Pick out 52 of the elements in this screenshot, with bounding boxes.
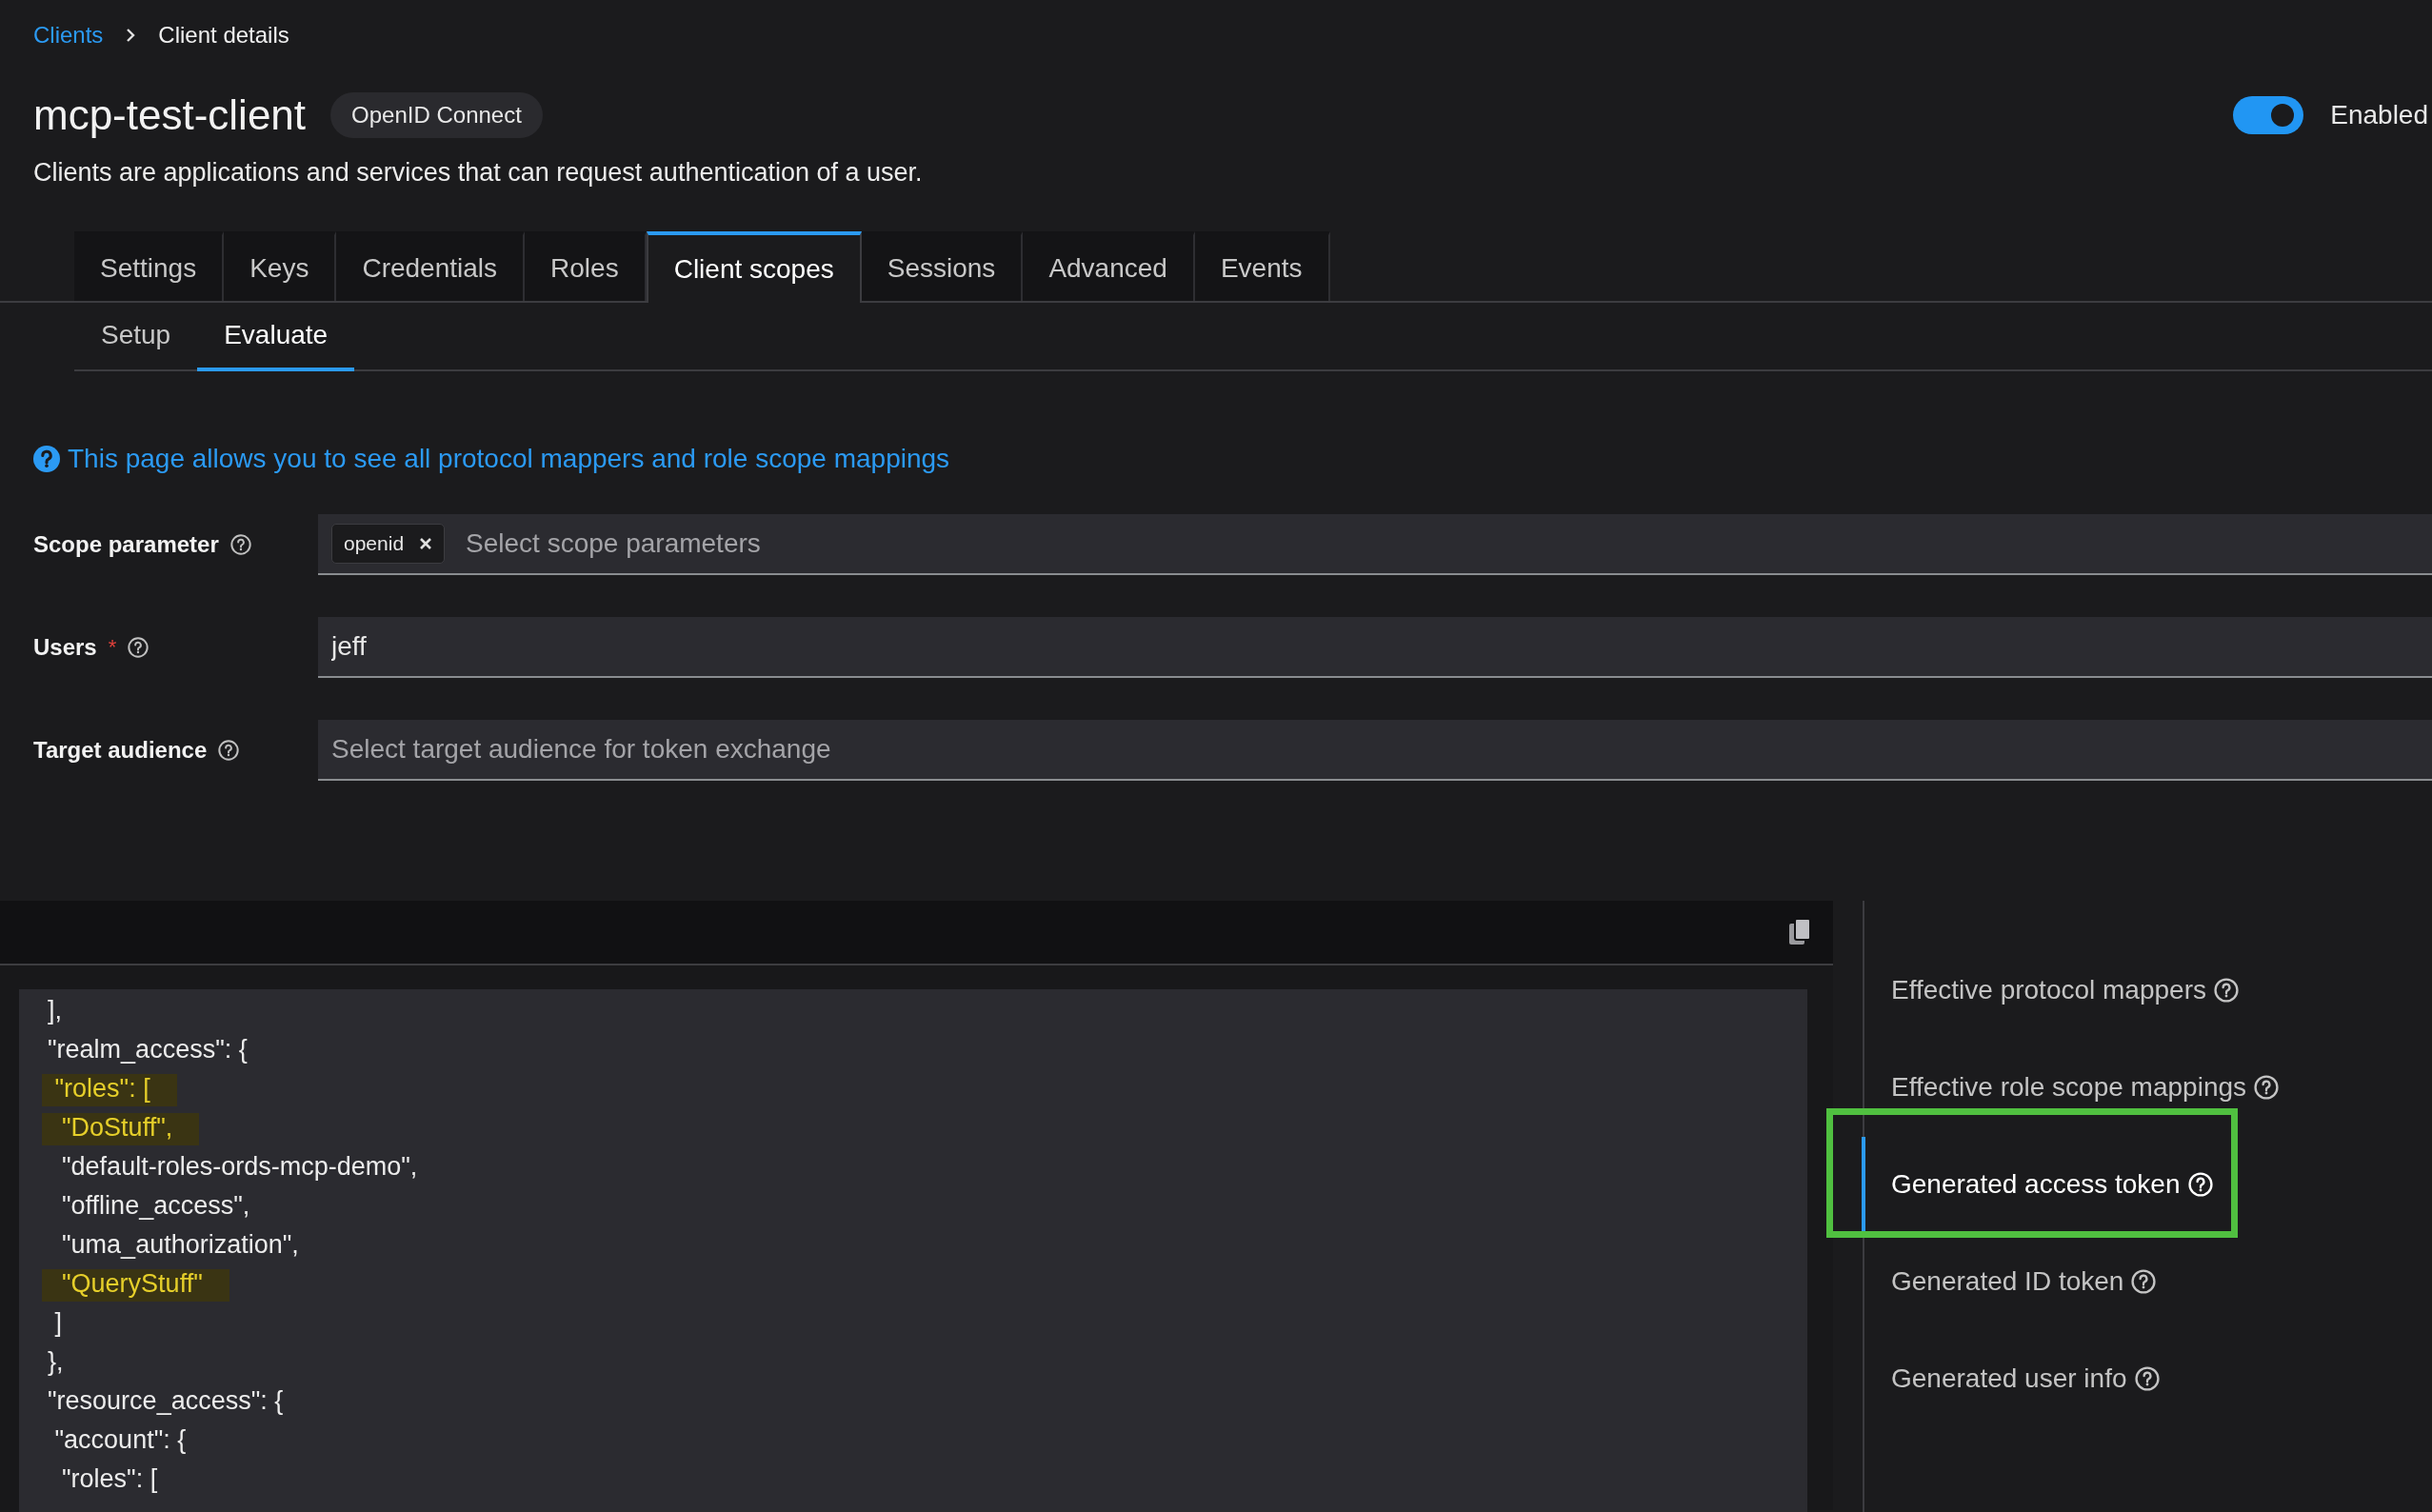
code-line: ] [53, 1308, 62, 1337]
code-line: "account": { [53, 1425, 187, 1454]
chip-text: openid [344, 532, 405, 555]
page-title: mcp-test-client [33, 91, 307, 139]
required-mark: * [108, 635, 117, 660]
side-nav-item[interactable]: Effective protocol mappers [1862, 943, 2239, 1038]
tab[interactable]: Advanced [1023, 231, 1195, 301]
tab[interactable]: Events [1194, 231, 1330, 301]
field-label: Scope parameter [33, 531, 219, 558]
help-icon[interactable] [128, 637, 150, 658]
help-icon [33, 446, 60, 472]
copy-icon[interactable] [1787, 918, 1812, 946]
help-icon[interactable] [2214, 978, 2239, 1003]
code-line: "uma_authorization", [61, 1230, 299, 1259]
side-nav-item[interactable]: Effective role scope mappings [1862, 1040, 2280, 1135]
help-icon[interactable] [2254, 1075, 2280, 1100]
tab[interactable]: Credentials [336, 231, 526, 301]
code-line: "realm_access": { [48, 1035, 248, 1064]
page-description: Clients are applications and services that can request authentication of a user. [33, 158, 924, 188]
side-nav-item[interactable]: Generated user info [1862, 1331, 2160, 1426]
side-nav-item[interactable]: Generated access token [1862, 1137, 2213, 1232]
enabled-toggle[interactable] [2233, 96, 2304, 134]
code-line: "offline_access", [61, 1191, 250, 1220]
code-line: "default-roles-ords-mcp-demo", [61, 1152, 418, 1181]
side-nav-item[interactable]: Generated ID token [1862, 1234, 2157, 1329]
input-field[interactable]: jeff [318, 617, 2432, 676]
field-label: Target audience [33, 737, 208, 764]
tab[interactable]: Settings [74, 231, 225, 301]
info-text: This page allows you to see all protocol mappers and role scope mappings [68, 444, 950, 474]
code-line: "roles": [ [61, 1464, 158, 1493]
code-line: "resource_access": { [48, 1386, 284, 1415]
code-line: }, [48, 1347, 64, 1376]
toggle-label: Enabled [2330, 100, 2428, 130]
subtab[interactable]: Evaluate [197, 303, 355, 371]
tab[interactable]: Sessions [861, 231, 1024, 301]
help-icon[interactable] [229, 534, 251, 555]
tab[interactable]: Keys [224, 231, 337, 301]
tab[interactable]: Client scopes [646, 231, 862, 303]
help-icon[interactable] [2131, 1269, 2157, 1294]
scope-select-field[interactable]: openid Select scope parameters [318, 514, 2432, 575]
help-icon[interactable] [2134, 1366, 2160, 1391]
protocol-badge: OpenID Connect [330, 92, 543, 138]
code-line: ], [48, 996, 62, 1025]
tab[interactable]: Roles [525, 231, 647, 301]
field-label: Users [33, 634, 97, 661]
help-icon[interactable] [218, 740, 240, 761]
close-icon[interactable] [419, 537, 433, 550]
breadcrumb-link[interactable]: Clients [33, 22, 104, 49]
subtab[interactable]: Setup [74, 303, 198, 371]
breadcrumb-current: Client details [158, 22, 289, 49]
input-field[interactable]: Select target audience for token exchange [318, 720, 2432, 779]
scope-search-input[interactable]: Select scope parameters [466, 528, 2432, 559]
